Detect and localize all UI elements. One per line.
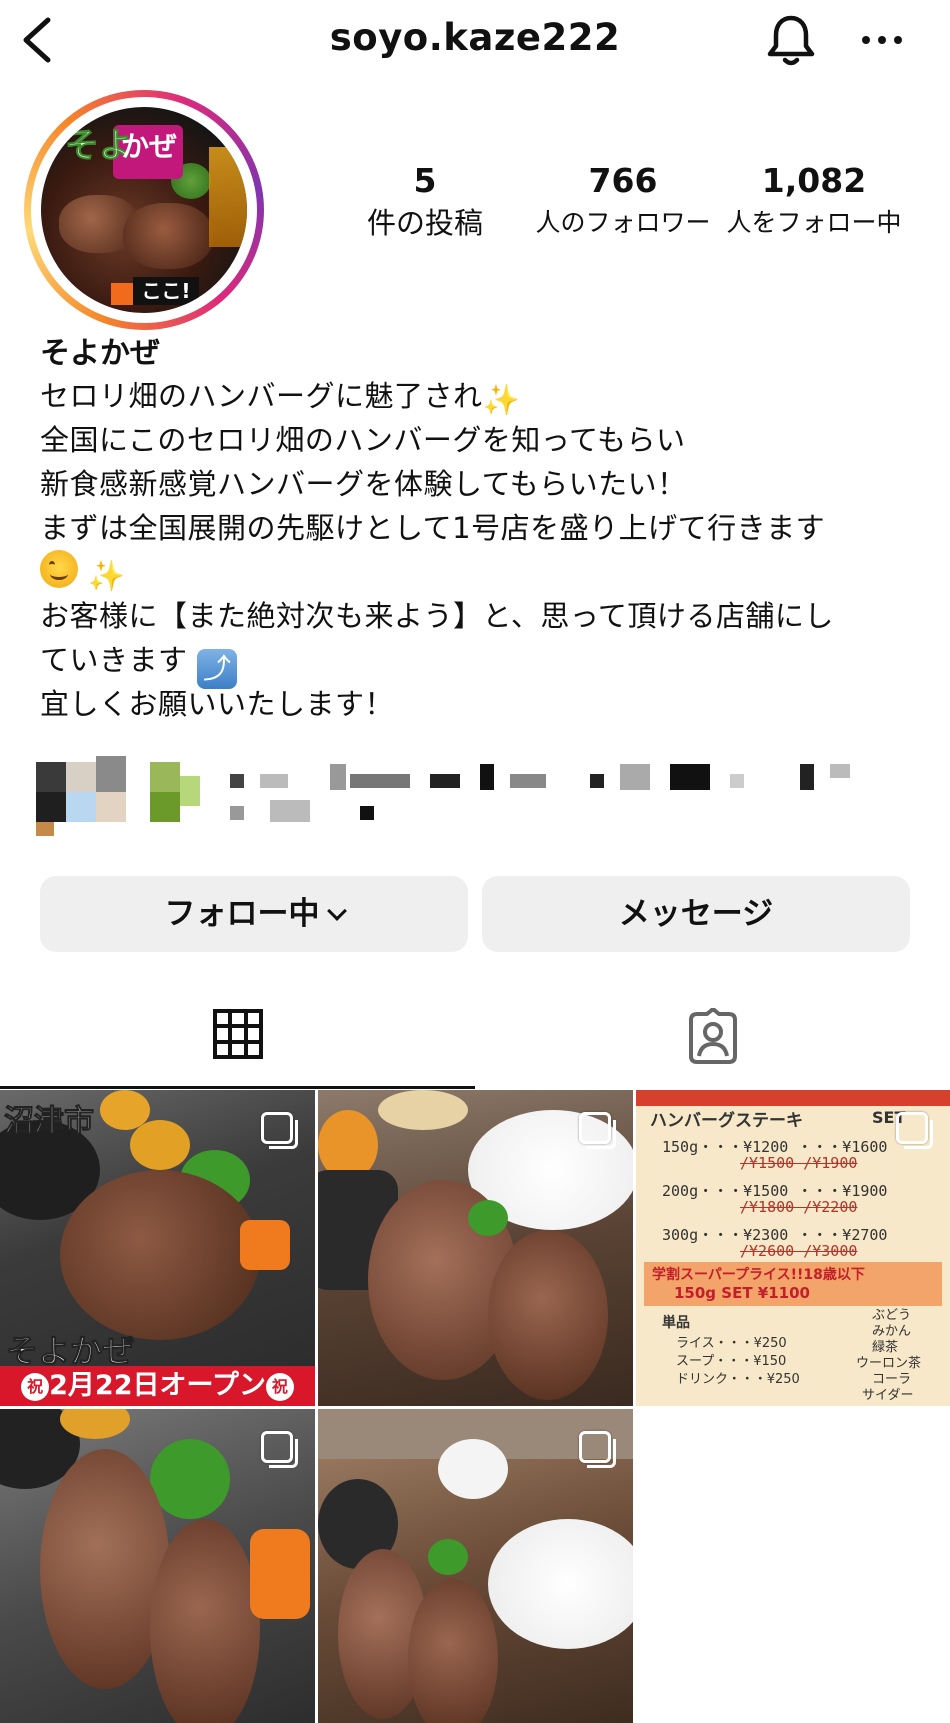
orange-accent: [111, 283, 133, 305]
menu-row-old: /¥1500 /¥1900: [740, 1154, 858, 1172]
tab-tagged[interactable]: [475, 996, 950, 1090]
redacted-followed-by[interactable]: [30, 756, 930, 846]
student-price-band: 学割スーパープライス!!18歳以下 150g SET ¥1100: [644, 1262, 942, 1306]
followers-count[interactable]: 766 人のフォロワー: [528, 162, 718, 240]
following-value: 1,082: [761, 161, 867, 200]
top-bar: soyo.kaze222: [0, 0, 950, 84]
display-name: そよかぜ: [40, 336, 160, 371]
posts-count[interactable]: 5 件の投稿: [340, 161, 510, 241]
following-label: 人をフォロー中: [726, 208, 902, 237]
opening-banner: 祝 2月22日オープン祝: [0, 1366, 315, 1406]
multiple-images-icon: [261, 1431, 298, 1468]
bio-line: まずは全国展開の先駆けとして1号店を盛り上げて行きます: [40, 511, 826, 545]
followers-value: 766: [588, 161, 658, 200]
single-row: ライス・・・¥250: [676, 1336, 787, 1351]
multiple-images-icon: [896, 1112, 933, 1149]
bio-line: ✨: [40, 550, 920, 594]
tab-grid[interactable]: [0, 996, 475, 1090]
posts-value: 5: [413, 161, 437, 200]
avatar-caption: ここ!: [133, 277, 199, 305]
posts-label: 件の投稿: [366, 206, 483, 240]
bio-line: ていきます ⤴: [40, 638, 920, 689]
menu-row-old: /¥1800 /¥2200: [740, 1198, 858, 1216]
post-thumbnail[interactable]: 沼津市 そよかぜ 祝 2月22日オープン祝: [0, 1090, 315, 1406]
sparkle-icon: ✨: [482, 383, 521, 418]
smile-icon: [40, 550, 78, 588]
bio-text: セロリ畑のハンバーグに魅了され: [40, 379, 483, 413]
menu-row-old: /¥2600 /¥3000: [740, 1242, 858, 1260]
bio-line: お客様に【また絶対次も来よう】と、思って頂ける店舗にし: [40, 599, 834, 633]
sparkle-icon: ✨: [87, 559, 126, 594]
following-button-label: フォロー中: [164, 896, 320, 932]
bio-line: 新食感新感覚ハンバーグを体験してもらいたい！: [40, 467, 687, 501]
more-horizontal-icon[interactable]: [858, 18, 906, 62]
logo-text: かぜ: [121, 130, 178, 163]
opening-text: 2月22日オープン: [49, 1370, 266, 1401]
post-thumbnail[interactable]: ハンバーグステーキ SET 150g・・・¥1200 ・・・¥1600 /¥15…: [636, 1090, 950, 1406]
bio-line: 全国にこのセロリ畑のハンバーグを知ってもらい: [40, 423, 686, 457]
drink-item: サイダー: [862, 1388, 914, 1403]
multiple-images-icon: [579, 1112, 616, 1149]
multiple-images-icon: [261, 1112, 298, 1149]
menu-title: ハンバーグステーキ: [650, 1111, 803, 1131]
hamburg-image: [123, 203, 213, 269]
single-row: スープ・・・¥150: [676, 1354, 787, 1369]
post-thumbnail[interactable]: [318, 1409, 633, 1723]
post-thumbnail[interactable]: [0, 1409, 315, 1723]
chevron-down-icon: [326, 901, 347, 921]
followers-label: 人のフォロワー: [535, 208, 711, 237]
student-row: 150g SET ¥1100: [674, 1284, 810, 1302]
following-button[interactable]: フォロー中: [40, 876, 468, 952]
bio-text: ていきます: [40, 643, 188, 677]
single-title: 単品: [662, 1315, 690, 1331]
bell-icon[interactable]: [762, 12, 820, 70]
following-count[interactable]: 1,082 人をフォロー中: [724, 162, 904, 240]
avatar[interactable]: そよ かぜ ここ!: [41, 107, 247, 313]
bio-line: セロリ畑のハンバーグに魅了され✨: [40, 374, 920, 418]
active-tab-indicator: [0, 1086, 475, 1089]
menu-header-band: [636, 1090, 950, 1106]
multiple-images-icon: [579, 1431, 616, 1468]
post-city-text: 沼津市: [4, 1104, 95, 1140]
bio-line: 宜しくお願いいたします！: [40, 687, 395, 721]
profile-bio: セロリ畑のハンバーグに魅了され✨ 全国にこのセロリ畑のハンバーグを知ってもらい …: [40, 374, 920, 726]
student-title: 学割スーパープライス!!18歳以下: [652, 1267, 865, 1283]
gold-banner: [209, 147, 247, 247]
iwai-badge: 祝: [21, 1373, 50, 1401]
tagged-person-icon: [688, 1008, 737, 1064]
grid-icon: [212, 1009, 263, 1059]
message-button[interactable]: メッセージ: [482, 876, 910, 952]
story-ring[interactable]: そよ かぜ ここ!: [24, 90, 264, 330]
single-row: ドリンク・・・¥250: [676, 1372, 800, 1387]
iwai-badge: 祝: [265, 1373, 294, 1401]
post-thumbnail[interactable]: [318, 1090, 633, 1406]
